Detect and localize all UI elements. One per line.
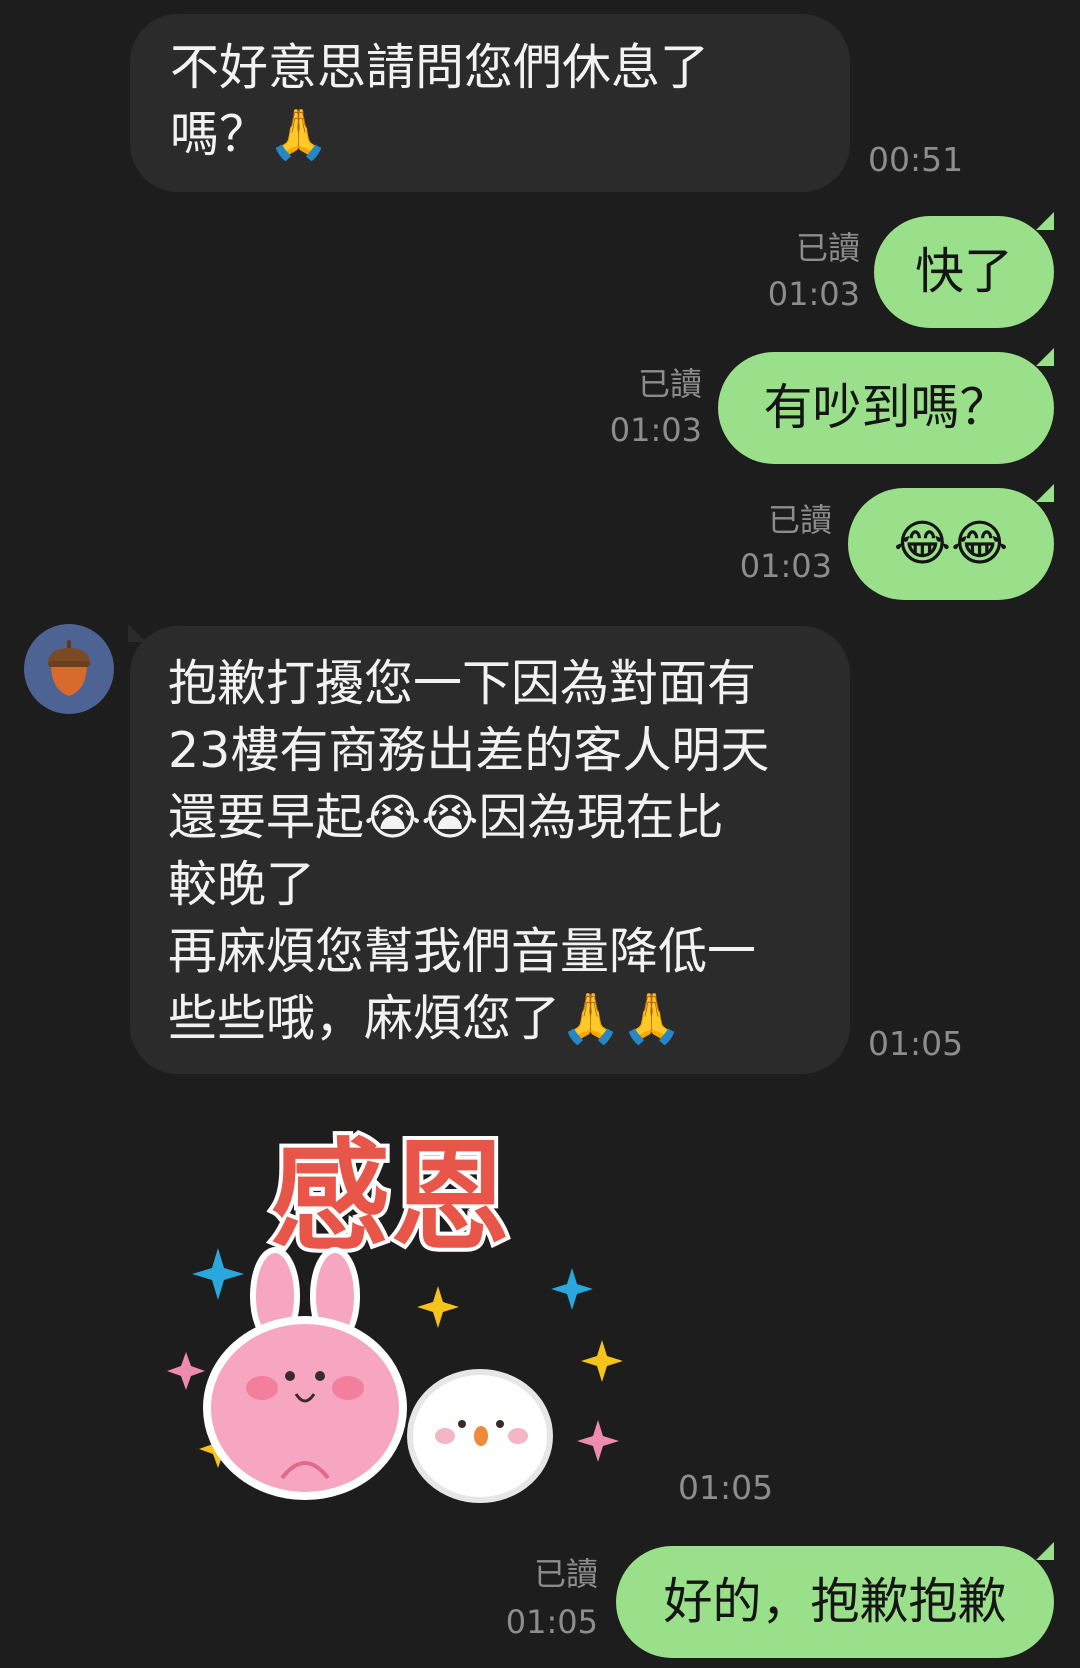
- bubble-tail: [128, 624, 146, 642]
- message-time: 01:05: [678, 1468, 774, 1507]
- message-time: 01:05: [505, 1603, 598, 1641]
- contact-avatar[interactable]: [24, 624, 114, 714]
- message-time: 01:03: [739, 547, 832, 585]
- message-bubble-outgoing[interactable]: 有吵到嗎？: [718, 352, 1054, 464]
- bubble-tail: [1036, 484, 1054, 502]
- bunny-character: [203, 1247, 407, 1500]
- read-receipt: 已讀: [795, 229, 860, 267]
- bubble-tail: [1036, 348, 1054, 366]
- message-time: 01:03: [767, 275, 860, 313]
- read-receipt: 已讀: [637, 365, 702, 403]
- message-time: 01:05: [868, 1024, 964, 1063]
- read-receipt: 已讀: [533, 1555, 598, 1593]
- sticker-text: 感恩: [270, 1130, 510, 1264]
- message-bubble-outgoing[interactable]: 😂😂: [848, 488, 1054, 600]
- bubble-tail: [1036, 1542, 1054, 1560]
- message-time: 01:03: [609, 411, 702, 449]
- message-bubble-incoming[interactable]: 抱歉打擾您一下因為對面有 23樓有商務出差的客人明天 還要早起😭😭因為現在比 較…: [130, 626, 850, 1074]
- acorn-icon: [48, 640, 90, 696]
- bird-character: [407, 1369, 553, 1503]
- message-bubble-incoming[interactable]: 不好意思請問您們休息了 嗎？🙏: [130, 14, 850, 192]
- sticker-message[interactable]: 感恩: [150, 1118, 630, 1508]
- read-receipt: 已讀: [767, 501, 832, 539]
- bubble-tail: [1036, 212, 1054, 230]
- message-time: 00:51: [868, 140, 964, 179]
- message-bubble-outgoing[interactable]: 好的，抱歉抱歉: [616, 1546, 1054, 1658]
- message-bubble-outgoing[interactable]: 快了: [874, 216, 1054, 328]
